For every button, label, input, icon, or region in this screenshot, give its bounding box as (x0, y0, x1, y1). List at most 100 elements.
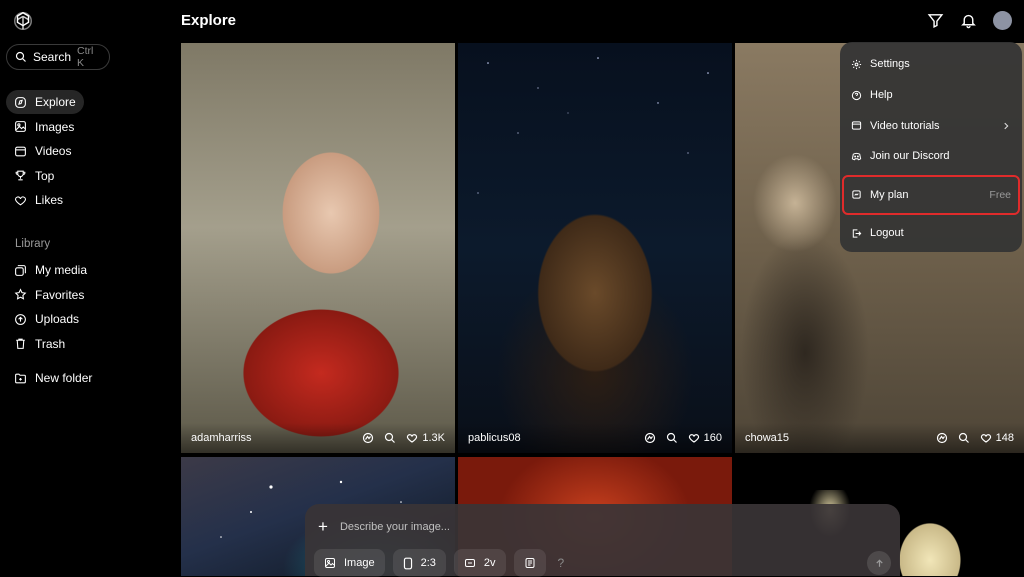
type-selector[interactable]: Image (314, 549, 385, 577)
nav-label: Favorites (35, 287, 85, 302)
nav-item-trash[interactable]: Trash (6, 332, 73, 356)
nav-item-uploads[interactable]: Uploads (6, 307, 87, 331)
gear-icon (851, 59, 862, 70)
style-button[interactable] (513, 549, 546, 577)
nav-label: My media (35, 263, 88, 277)
logout-icon (851, 228, 862, 239)
menu-item-label: My plan (870, 188, 909, 201)
card-meta: chowa15 148 (735, 423, 1024, 453)
image-icon (14, 120, 27, 133)
remix-icon[interactable] (644, 432, 656, 444)
nav-label: Explore (35, 95, 76, 109)
heart-icon (406, 432, 418, 444)
prompt-input[interactable]: Describe your image... (340, 521, 450, 533)
search-label: Search (33, 50, 72, 64)
ratio-label: 2:3 (420, 557, 436, 569)
menu-item-logout[interactable]: Logout (840, 218, 1022, 249)
nav-item-top[interactable]: Top (6, 164, 62, 188)
help-button[interactable]: ? (558, 556, 565, 570)
menu-item-label: Logout (870, 227, 904, 240)
nav-label: Likes (35, 193, 64, 207)
prompt-composer: + Describe your image... Image 2:3 2v ? (305, 504, 900, 577)
nav-item-new-folder[interactable]: New folder (6, 366, 100, 390)
chevron-right-icon (1001, 121, 1011, 131)
like-button[interactable]: 1.3K (406, 432, 445, 444)
prompt-options: Image 2:3 2v ? (314, 549, 564, 577)
menu-item-help[interactable]: Help (840, 80, 1022, 111)
nav-item-my-media[interactable]: My media (6, 258, 95, 282)
card-username[interactable]: chowa15 (745, 432, 789, 444)
bell-icon[interactable] (960, 12, 977, 29)
ratio-selector[interactable]: 2:3 (392, 549, 446, 577)
like-button[interactable]: 148 (980, 432, 1014, 444)
library-nav: My media Favorites Uploads Trash (6, 258, 95, 356)
menu-item-settings[interactable]: Settings (840, 49, 1022, 80)
filter-icon[interactable] (927, 12, 944, 29)
star-icon (14, 288, 27, 301)
media-icon (14, 264, 27, 277)
arrow-up-icon (874, 558, 885, 569)
version-label: 2v (483, 557, 496, 569)
card-username[interactable]: adamharriss (191, 432, 252, 444)
version-selector[interactable]: 2v (453, 549, 506, 577)
nav-item-favorites[interactable]: Favorites (6, 283, 92, 307)
stars-decoration (477, 57, 709, 194)
remix-icon[interactable] (362, 432, 374, 444)
card-meta: pablicus08 160 (458, 423, 732, 453)
like-count: 1.3K (422, 432, 445, 444)
search-icon (15, 51, 27, 63)
like-count: 160 (703, 432, 722, 444)
nav-label: Videos (35, 144, 72, 158)
type-label: Image (344, 557, 375, 569)
menu-item-label: Video tutorials (870, 119, 940, 132)
nav-item-explore[interactable]: Explore (6, 90, 84, 114)
card-username[interactable]: pablicus08 (468, 432, 521, 444)
search-icon[interactable] (666, 432, 678, 444)
nav-item-images[interactable]: Images (6, 115, 82, 139)
header-actions (927, 11, 1012, 30)
nav-label: Top (35, 168, 55, 183)
image-card[interactable]: adamharriss 1.3K (181, 43, 455, 453)
sidebar: Search Ctrl K Explore Images Videos Top … (0, 0, 165, 576)
avatar[interactable] (993, 11, 1012, 30)
video-icon (851, 120, 862, 131)
new-folder-button[interactable]: New folder (6, 366, 100, 391)
help-icon (851, 90, 862, 101)
remix-icon[interactable] (936, 432, 948, 444)
folder-plus-icon (14, 372, 27, 385)
like-button[interactable]: 160 (688, 432, 722, 444)
main-nav: Explore Images Videos Top Likes (6, 90, 156, 213)
compass-icon (14, 96, 27, 109)
document-icon (524, 557, 536, 569)
search-icon[interactable] (958, 432, 970, 444)
page-title: Explore (181, 12, 237, 29)
logo-icon[interactable] (12, 10, 34, 32)
nav-label: New folder (35, 371, 93, 385)
menu-item-discord[interactable]: Join our Discord (840, 141, 1022, 172)
plan-icon (851, 189, 862, 200)
heart-icon (14, 194, 27, 207)
nav-label: Uploads (35, 312, 80, 326)
search-icon[interactable] (384, 432, 396, 444)
plan-badge: Free (989, 188, 1011, 201)
upload-icon (14, 313, 27, 326)
menu-item-my-plan[interactable]: My plan Free (842, 174, 1020, 215)
menu-item-video-tutorials[interactable]: Video tutorials (840, 110, 1022, 141)
like-count: 148 (995, 432, 1014, 444)
image-card[interactable]: pablicus08 160 (458, 43, 732, 453)
nav-label: Trash (35, 336, 66, 351)
search-shortcut: Ctrl K (77, 45, 94, 69)
library-heading: Library (15, 238, 51, 250)
plus-icon[interactable]: + (318, 518, 328, 535)
heart-icon (980, 432, 992, 444)
search-button[interactable]: Search Ctrl K (6, 44, 110, 70)
card-meta: adamharriss 1.3K (181, 423, 455, 453)
aspect-ratio-icon (403, 557, 413, 570)
send-button[interactable] (867, 551, 891, 575)
prompt-input-row: + Describe your image... (318, 518, 450, 535)
heart-icon (688, 432, 700, 444)
nav-item-likes[interactable]: Likes (6, 188, 71, 212)
nav-item-videos[interactable]: Videos (6, 139, 79, 163)
trash-icon (14, 337, 27, 350)
nav-label: Images (35, 119, 75, 134)
